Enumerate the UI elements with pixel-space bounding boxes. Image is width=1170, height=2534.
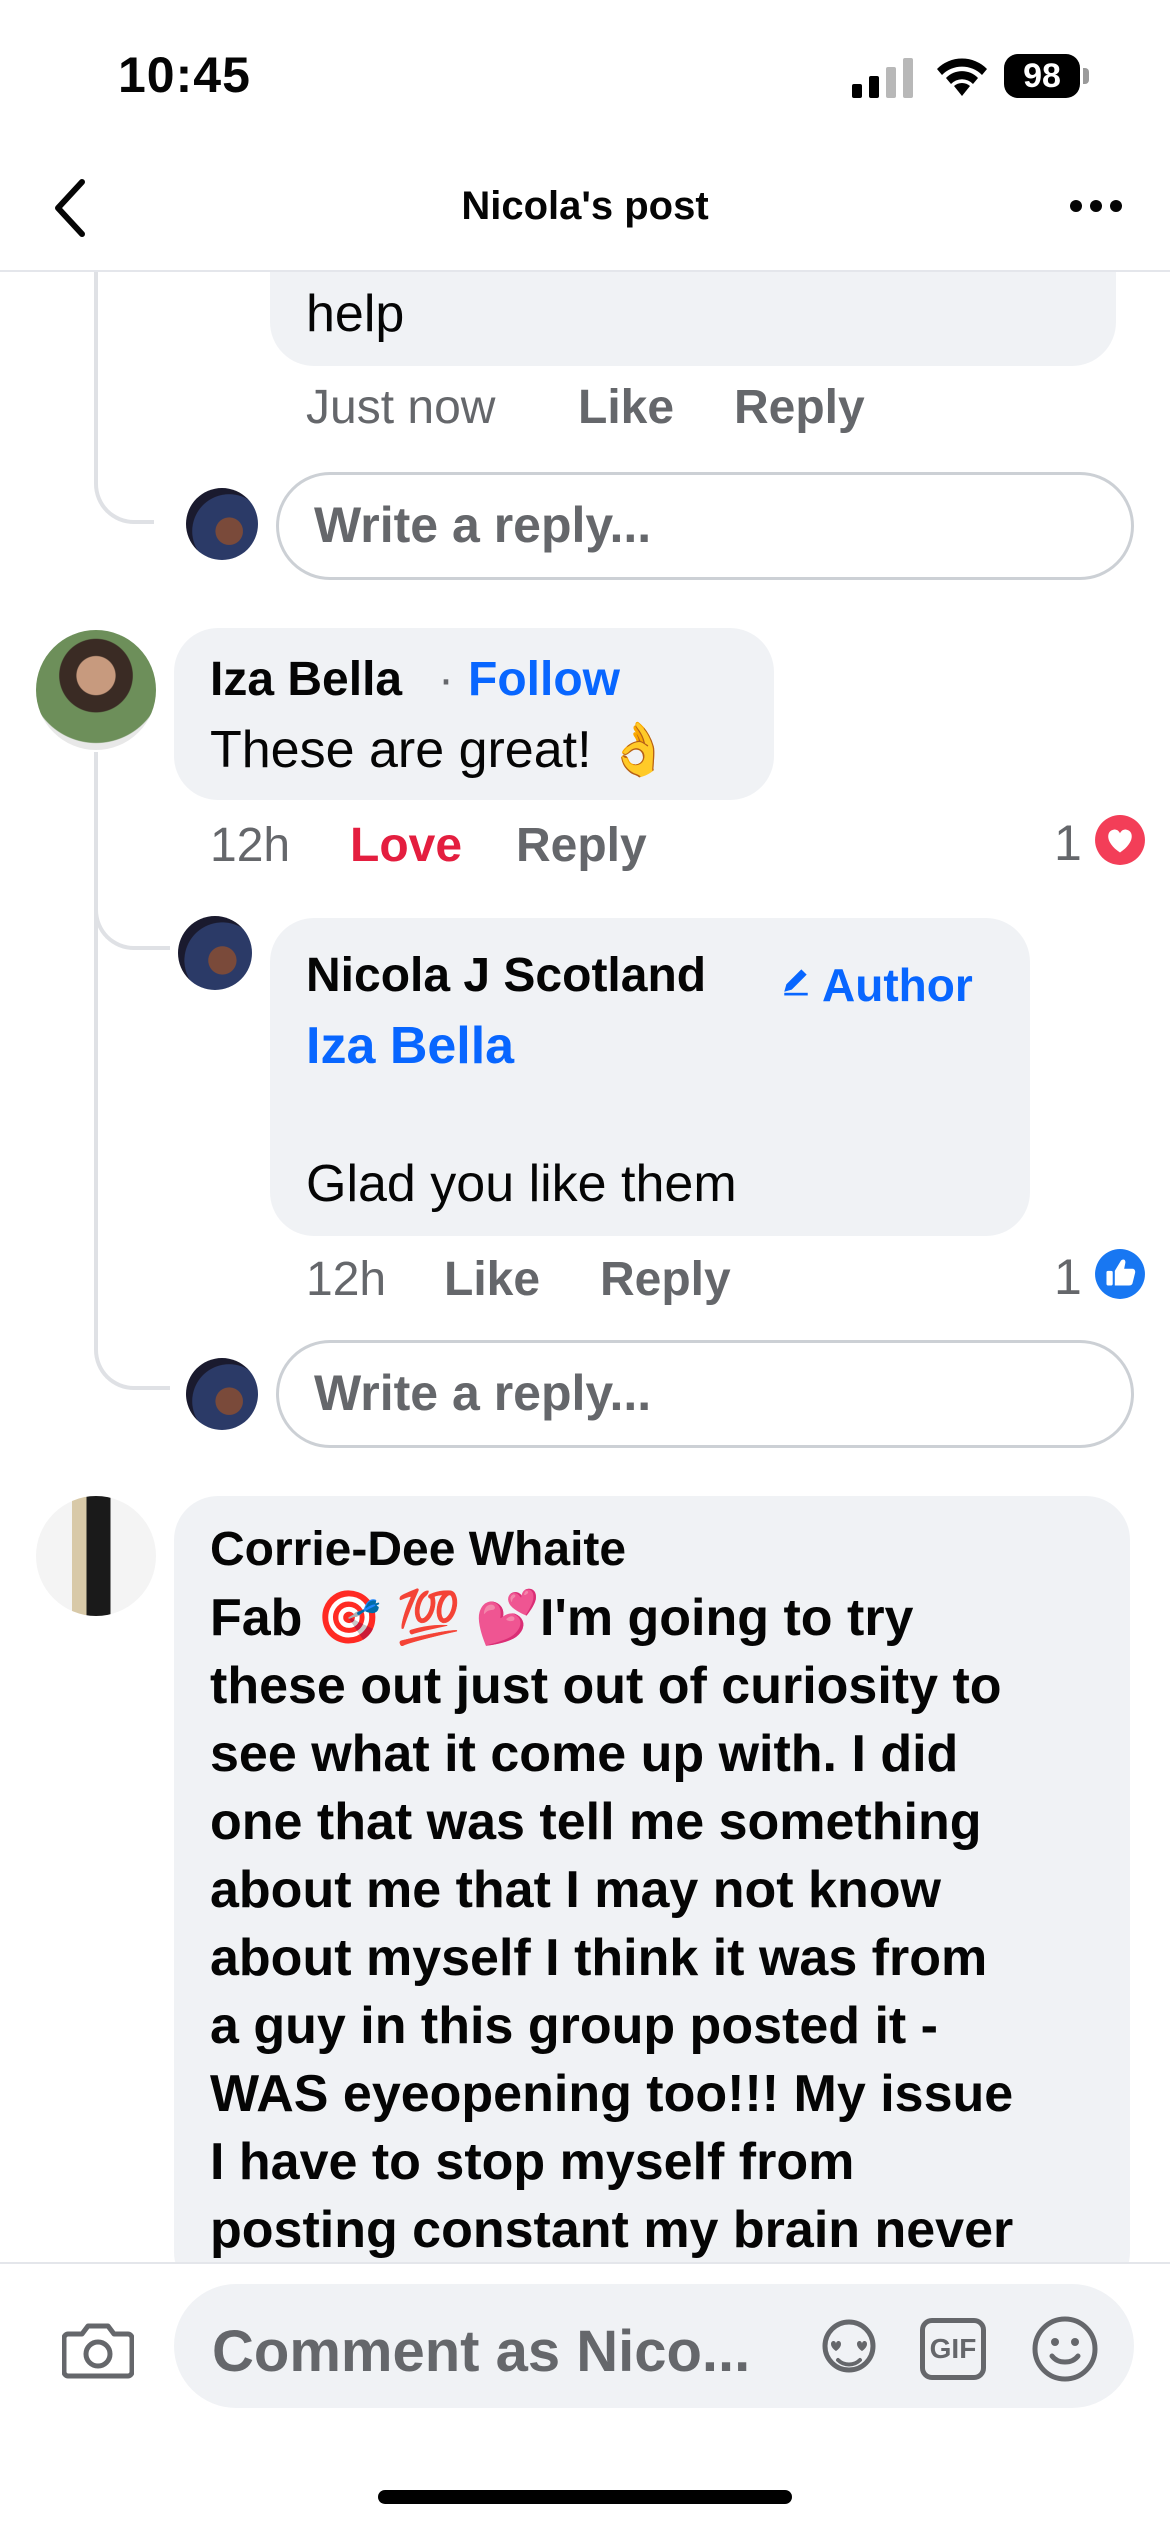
comment-text-line: WAS eyeopening too!!! My issue [210, 2065, 1014, 2123]
love-reaction-button[interactable]: Love [350, 818, 462, 873]
like-reaction-icon[interactable] [1094, 1248, 1146, 1300]
author-badge: Author [822, 959, 973, 1011]
thread-line [94, 752, 98, 1332]
avatar[interactable] [36, 630, 156, 750]
reply-mention[interactable]: Iza Bella [306, 1012, 514, 1080]
follow-button[interactable]: Follow [468, 652, 620, 707]
comment-text: help [306, 285, 405, 343]
thread-elbow [94, 880, 170, 950]
gif-label: GIF [929, 2333, 977, 2364]
reply-button[interactable]: Reply [600, 1252, 731, 1307]
avatar [186, 488, 258, 560]
cellular-signal-icon [852, 58, 913, 98]
battery-icon: 98 [1004, 54, 1090, 100]
like-button[interactable]: Like [578, 380, 674, 435]
home-indicator[interactable] [378, 2490, 792, 2504]
reply-button[interactable]: Reply [734, 380, 865, 435]
comment-text-line: these out just out of curiosity to [210, 1657, 1002, 1715]
thread-elbow [94, 470, 154, 524]
comment-author-name[interactable]: Corrie-Dee Whaite [210, 1522, 626, 1577]
gif-button[interactable]: GIF [920, 2318, 986, 2380]
reply-author-name[interactable]: Nicola J Scotland [306, 948, 706, 1003]
reaction-count[interactable]: 1 [1054, 814, 1082, 872]
thread-elbow [94, 1320, 170, 1390]
status-time: 10:45 [118, 47, 251, 103]
camera-icon[interactable] [62, 2320, 134, 2380]
wifi-icon [937, 58, 987, 96]
comment-text: These are great! 👌 [210, 721, 671, 779]
name-separator: · [438, 653, 454, 706]
avatar[interactable] [36, 1496, 156, 1616]
more-options-icon[interactable] [1066, 192, 1126, 222]
avatar [186, 1358, 258, 1430]
comment-text-line: Fab 🎯 💯 💕I'm going to try [210, 1589, 914, 1647]
comment-text-line: see what it come up with. I did [210, 1725, 959, 1783]
comment-timestamp: 12h [210, 819, 291, 872]
love-reaction-icon[interactable] [1094, 814, 1146, 866]
reply-timestamp: 12h [306, 1253, 387, 1306]
thread-line [94, 270, 98, 480]
comment-text-line: I have to stop myself from [210, 2133, 855, 2191]
avatar-sticker-icon[interactable] [814, 2314, 884, 2384]
pencil-icon [784, 969, 808, 996]
comment-text-line: posting constant my brain never [210, 2201, 1014, 2259]
comment-author-name[interactable]: Iza Bella [210, 652, 402, 707]
reply-text: Glad you like them [306, 1155, 737, 1213]
comment-text-line: about myself I think it was from [210, 1929, 988, 1987]
avatar[interactable] [178, 916, 252, 990]
like-button[interactable]: Like [444, 1252, 540, 1307]
reply-button[interactable]: Reply [516, 818, 647, 873]
comment-timestamp: Just now [306, 381, 496, 434]
comment-text-line: about me that I may not know [210, 1861, 941, 1919]
emoji-icon[interactable] [1030, 2314, 1100, 2384]
reaction-count[interactable]: 1 [1054, 1248, 1082, 1306]
comment-text: Fab 🎯 💯 💕I'm going to try these out just… [210, 1584, 1110, 2264]
write-reply-placeholder: Write a reply... [314, 1365, 652, 1421]
comment-input-placeholder: Comment as Nico... [212, 2319, 751, 2384]
comment-text-line: a guy in this group posted it - [210, 1997, 938, 2055]
page-title: Nicola's post [461, 184, 709, 228]
write-reply-placeholder: Write a reply... [314, 497, 652, 553]
battery-level: 98 [1004, 54, 1080, 98]
comment-text-line: one that was tell me something [210, 1793, 982, 1851]
